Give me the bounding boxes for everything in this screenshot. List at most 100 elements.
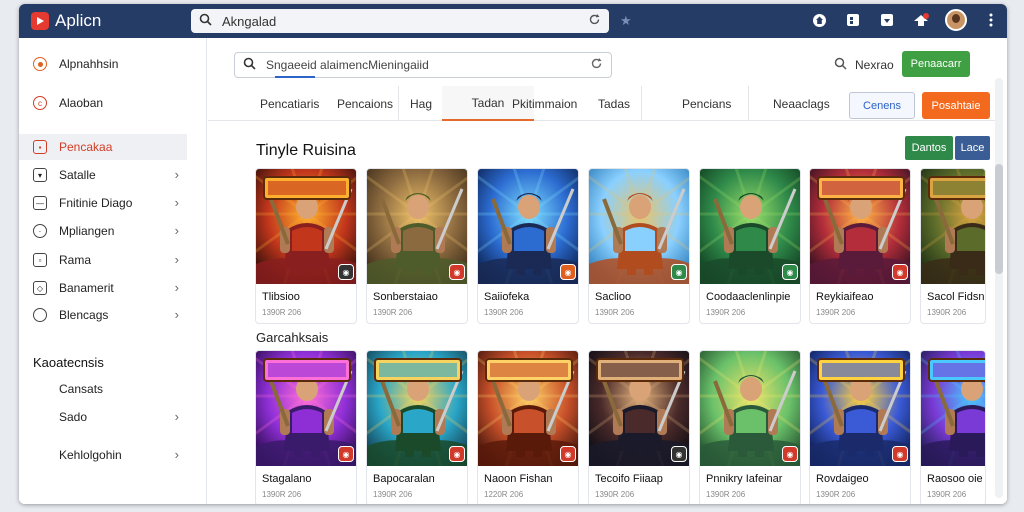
game-card[interactable]: ◉ Tecoifo Fiiaap 1390R 206 [588,350,690,504]
game-title: Reykiaifeao [816,291,874,303]
game-thumbnail: ◉ [589,169,689,284]
sidebar-item-explore[interactable]: c Alaoban [19,90,187,116]
tab-3[interactable]: Hag [410,86,432,121]
game-thumbnail: ◉ [700,169,800,284]
sidebar-item-label: Banamerit [59,281,114,295]
game-thumbnail: ◉ [921,351,985,466]
sidebar-item-label: Blencags [59,308,109,322]
chevron-right-icon: › [174,223,179,238]
game-card[interactable]: ◉ Coodaaclenlinpie 1390R 206 [699,168,801,324]
game-meta: 1220R 206 [484,490,524,499]
tab-2[interactable]: Pencaions [337,86,393,121]
play-logo-icon [31,12,49,30]
game-card[interactable]: ◉ Reykiaifeao 1390R 206 [809,168,911,324]
avatar[interactable] [945,9,967,31]
sidebar-item-files[interactable]: — Fnitinie Diago › [19,190,187,216]
platform-badge-icon: ◉ [449,264,465,280]
main-content: Sngaeeid alaimencMieningaiid Nexrao Pena… [208,38,1007,504]
tab-8[interactable]: Neaaclags [773,86,830,121]
tab-7[interactable]: Pencians [682,86,731,121]
brand[interactable]: Aplicn [31,11,101,31]
secondary-button[interactable]: Cenens [849,92,915,119]
game-card[interactable]: ◉ Raosoo oie 1390R 206 [920,350,986,504]
sidebar-item-label: Satalle [59,168,96,182]
search-icon [199,13,212,29]
reviews-label: Nexrao [855,58,894,72]
settings-icon: · [33,224,47,238]
game-title: Pnnikry Iafeinar [706,473,783,485]
sidebar-item-label: Alpnahhsin [59,57,119,71]
sidebar-sub-item[interactable]: Kehlolgohin › [19,442,187,468]
sidebar-item-label: Cansats [59,382,104,396]
game-thumbnail: ◉ [367,169,467,284]
app-window: Aplicn Akngalad ★ Alpnahhsin c Alaoban ▪… [19,4,1007,504]
game-meta: 1390R 206 [484,308,524,317]
sidebar-item-label: Pencakaa [59,140,113,154]
game-thumbnail: ◉ [700,351,800,466]
game-title: Sacol Fidsna [927,291,986,303]
scrollbar-thumb[interactable] [995,164,1003,274]
game-card[interactable]: ◉ Tlibsioo 1390R 206 [255,168,357,324]
game-card[interactable]: ◉ Sonberstaiao 1390R 206 [366,168,468,324]
sidebar-item-bag[interactable]: ▫ Rama › [19,247,187,273]
reviews-link[interactable]: Nexrao [834,57,894,73]
game-card[interactable]: ◉ Rovdaigeo 1390R 206 [809,350,911,504]
sidebar-item-chat[interactable]: ▾ Satalle › [19,162,187,188]
platform-badge-icon: ◉ [449,446,465,462]
address-text: Akngalad [222,13,277,29]
search-icon [834,57,847,73]
primary-action-button[interactable]: Penaacarr [902,51,970,77]
more-vertical-icon[interactable] [981,9,1001,31]
highlight-button[interactable]: Posahtaie [922,92,990,119]
sidebar-item-bookmarks[interactable]: ◇ Banamerit › [19,275,187,301]
sidebar-item-home[interactable]: Alpnahhsin [19,51,187,77]
home-icon [33,57,47,71]
tab-divider [748,86,749,121]
game-meta: 1390R 206 [927,490,967,499]
game-meta: 1390R 206 [706,490,746,499]
tab-5[interactable]: Pkitimmaion [512,86,577,121]
sidebar-item-settings[interactable]: · Mpliangen › [19,218,187,244]
game-card[interactable]: ◉ Bapocaralan 1390R 206 [366,350,468,504]
game-title: Bapocaralan [373,473,435,485]
platform-badge-icon: ◉ [560,446,576,462]
game-card[interactable]: ◉ Pnnikry Iafeinar 1390R 206 [699,350,801,504]
game-card[interactable]: ◉ Saclioo 1390R 206 [588,168,690,324]
platform-badge-icon: ◉ [338,264,354,280]
platform-badge-icon: ◉ [671,446,687,462]
refresh-icon[interactable] [590,57,603,73]
notifications-icon[interactable] [911,9,931,31]
search-input[interactable]: Sngaeeid alaimencMieningaiid [234,52,612,78]
filter-button-1[interactable]: Dantos [905,136,953,160]
grid-icon[interactable] [843,9,863,31]
game-title: Stagalano [262,473,312,485]
chevron-right-icon: › [174,307,179,322]
game-card[interactable]: ◉ Stagalano 1390R 206 [255,350,357,504]
platform-badge-icon: ◉ [892,446,908,462]
compass-icon: c [33,96,47,110]
game-card[interactable]: ◉ Naoon Fishan 1220R 206 [477,350,579,504]
sidebar-item-more[interactable]: Blencags › [19,302,187,328]
games-icon: ▪ [33,140,47,154]
game-card[interactable]: ◉ Saiiofeka 1390R 206 [477,168,579,324]
filter-button-2[interactable]: Lace [955,136,990,160]
star-icon[interactable]: ★ [620,13,632,29]
download-icon[interactable] [877,9,897,31]
platform-badge-icon: ◉ [338,446,354,462]
tab-1[interactable]: Pencatiaris [260,86,319,121]
address-bar[interactable]: Akngalad [191,9,609,33]
top-bar: Aplicn Akngalad ★ [19,4,1007,38]
bookmark-icon: ◇ [33,281,47,295]
sidebar-item-games[interactable]: ▪ Pencakaa [19,134,187,160]
tab-6[interactable]: Tadas [598,86,630,121]
sidebar-item-label: Alaoban [59,96,104,110]
game-meta: 1390R 206 [927,308,967,317]
chevron-right-icon: › [174,409,179,424]
game-title: Coodaaclenlinpie [706,291,791,303]
game-card[interactable]: ◉ Sacol Fidsna 1390R 206 [920,168,986,324]
home-icon[interactable] [809,9,829,31]
scrollbar[interactable] [995,78,1003,498]
refresh-icon[interactable] [588,13,601,29]
sidebar-sub-item[interactable]: Sado › [19,404,187,430]
sidebar-sub-item[interactable]: Cansats [19,376,187,402]
